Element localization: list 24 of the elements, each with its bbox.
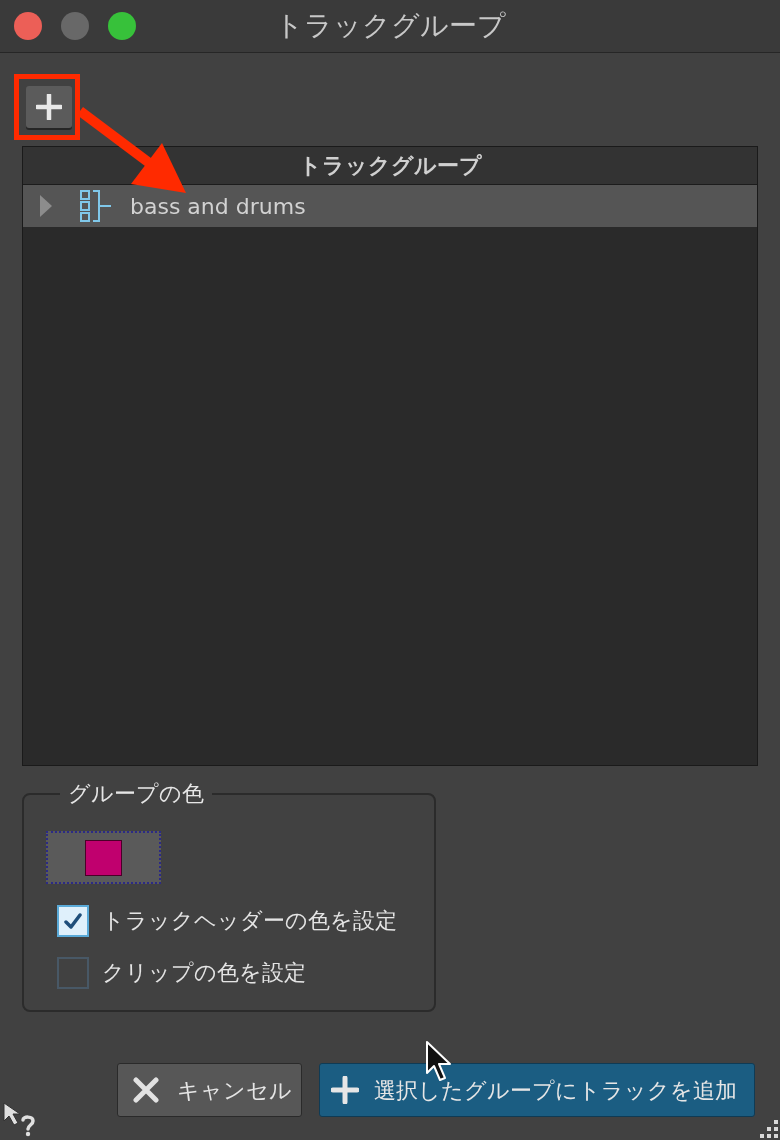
zoom-button[interactable] <box>108 12 136 40</box>
close-icon <box>133 1077 159 1103</box>
close-button[interactable] <box>14 12 42 40</box>
checkbox-label: クリップの色を設定 <box>102 959 306 987</box>
add-button[interactable]: 選択したグループにトラックを追加 <box>319 1063 755 1117</box>
checkbox-label: トラックヘッダーの色を設定 <box>102 907 397 935</box>
group-box-legend: グループの色 <box>60 781 212 807</box>
color-button[interactable] <box>46 831 161 884</box>
tree-row[interactable]: bass and drums <box>23 185 757 227</box>
window-title: トラックグループ <box>274 12 506 40</box>
highlight-frame <box>14 74 80 140</box>
row-label: bass and drums <box>130 192 306 221</box>
help-cursor-icon <box>2 1101 38 1137</box>
plus-icon <box>36 94 62 120</box>
check-icon <box>64 911 82 930</box>
add-group-button[interactable] <box>26 86 72 128</box>
plus-icon <box>331 1076 359 1104</box>
track-group-icon <box>80 190 112 222</box>
cancel-button[interactable]: キャンセル <box>117 1063 302 1117</box>
mouse-cursor-icon <box>425 1040 453 1082</box>
checkbox[interactable] <box>57 956 89 989</box>
checkbox[interactable] <box>57 904 89 937</box>
resize-grip-icon[interactable] <box>760 1120 778 1138</box>
column-header: トラックグループ <box>23 147 757 185</box>
